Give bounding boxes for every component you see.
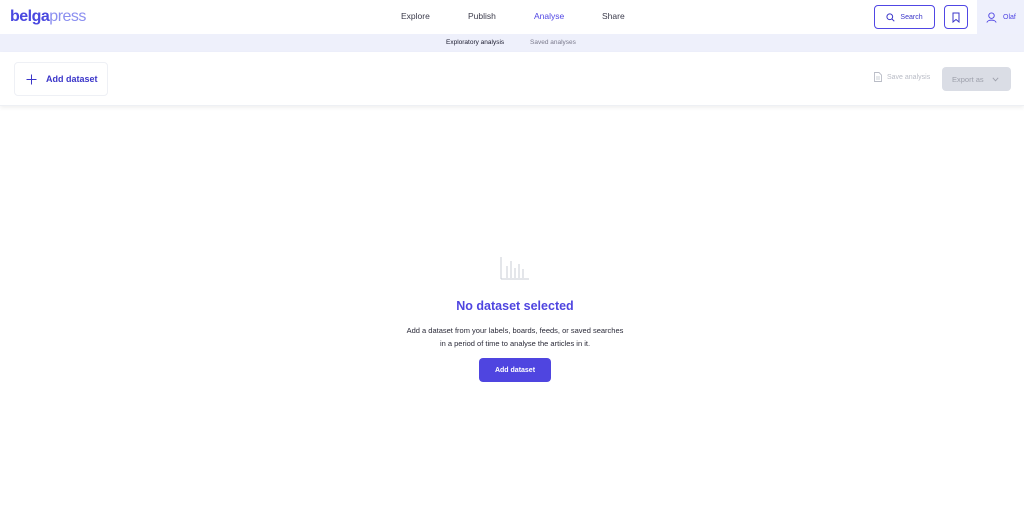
- user-icon: [986, 11, 997, 23]
- add-dataset-toolbar-button[interactable]: Add dataset: [14, 62, 108, 96]
- nav-item-analyse[interactable]: Analyse: [534, 11, 564, 21]
- export-as-dropdown[interactable]: Export as: [942, 67, 1011, 91]
- analysis-toolbar: Add dataset Save analysis Export as: [0, 52, 1024, 106]
- empty-state-title: No dataset selected: [456, 299, 574, 313]
- empty-state-description-line1: Add a dataset from your labels, boards, …: [406, 326, 624, 335]
- user-menu[interactable]: Olaf: [977, 0, 1024, 34]
- plus-icon: [26, 74, 37, 84]
- nav-item-publish[interactable]: Publish: [468, 11, 496, 21]
- tab-saved-analyses[interactable]: Saved analyses: [530, 39, 576, 46]
- nav-item-share[interactable]: Share: [602, 11, 625, 21]
- tab-exploratory-analysis[interactable]: Exploratory analysis: [446, 39, 504, 46]
- nav-item-explore[interactable]: Explore: [401, 11, 430, 21]
- add-dataset-toolbar-label: Add dataset: [46, 74, 98, 84]
- main-nav: Explore Publish Analyse Share: [0, 0, 1024, 34]
- chevron-down-icon: [992, 76, 999, 81]
- bookmark-button[interactable]: [944, 5, 968, 29]
- save-analysis-button[interactable]: Save analysis: [874, 72, 930, 82]
- empty-state-description-line2: in a period of time to analyse the artic…: [439, 339, 591, 348]
- save-analysis-label: Save analysis: [887, 73, 931, 81]
- sub-nav: Exploratory analysis Saved analyses: [0, 34, 1024, 52]
- document-icon: [874, 72, 882, 82]
- search-button-label: Search: [900, 13, 923, 21]
- bookmark-icon: [952, 12, 960, 23]
- brand-logo-part1: belga: [10, 8, 50, 25]
- add-dataset-button[interactable]: Add dataset: [479, 358, 551, 382]
- empty-state-description: Add a dataset from your labels, boards, …: [0, 324, 1024, 350]
- bar-chart-icon: [500, 257, 529, 280]
- search-icon: [886, 12, 896, 22]
- user-name: Olaf: [1003, 13, 1016, 21]
- brand-logo-part2: press: [49, 8, 86, 25]
- brand-logo[interactable]: belgapress: [10, 7, 86, 27]
- top-navbar: belgapress Explore Publish Analyse Share…: [0, 0, 1024, 34]
- search-button[interactable]: Search: [874, 5, 935, 29]
- export-as-label: Export as: [952, 74, 984, 84]
